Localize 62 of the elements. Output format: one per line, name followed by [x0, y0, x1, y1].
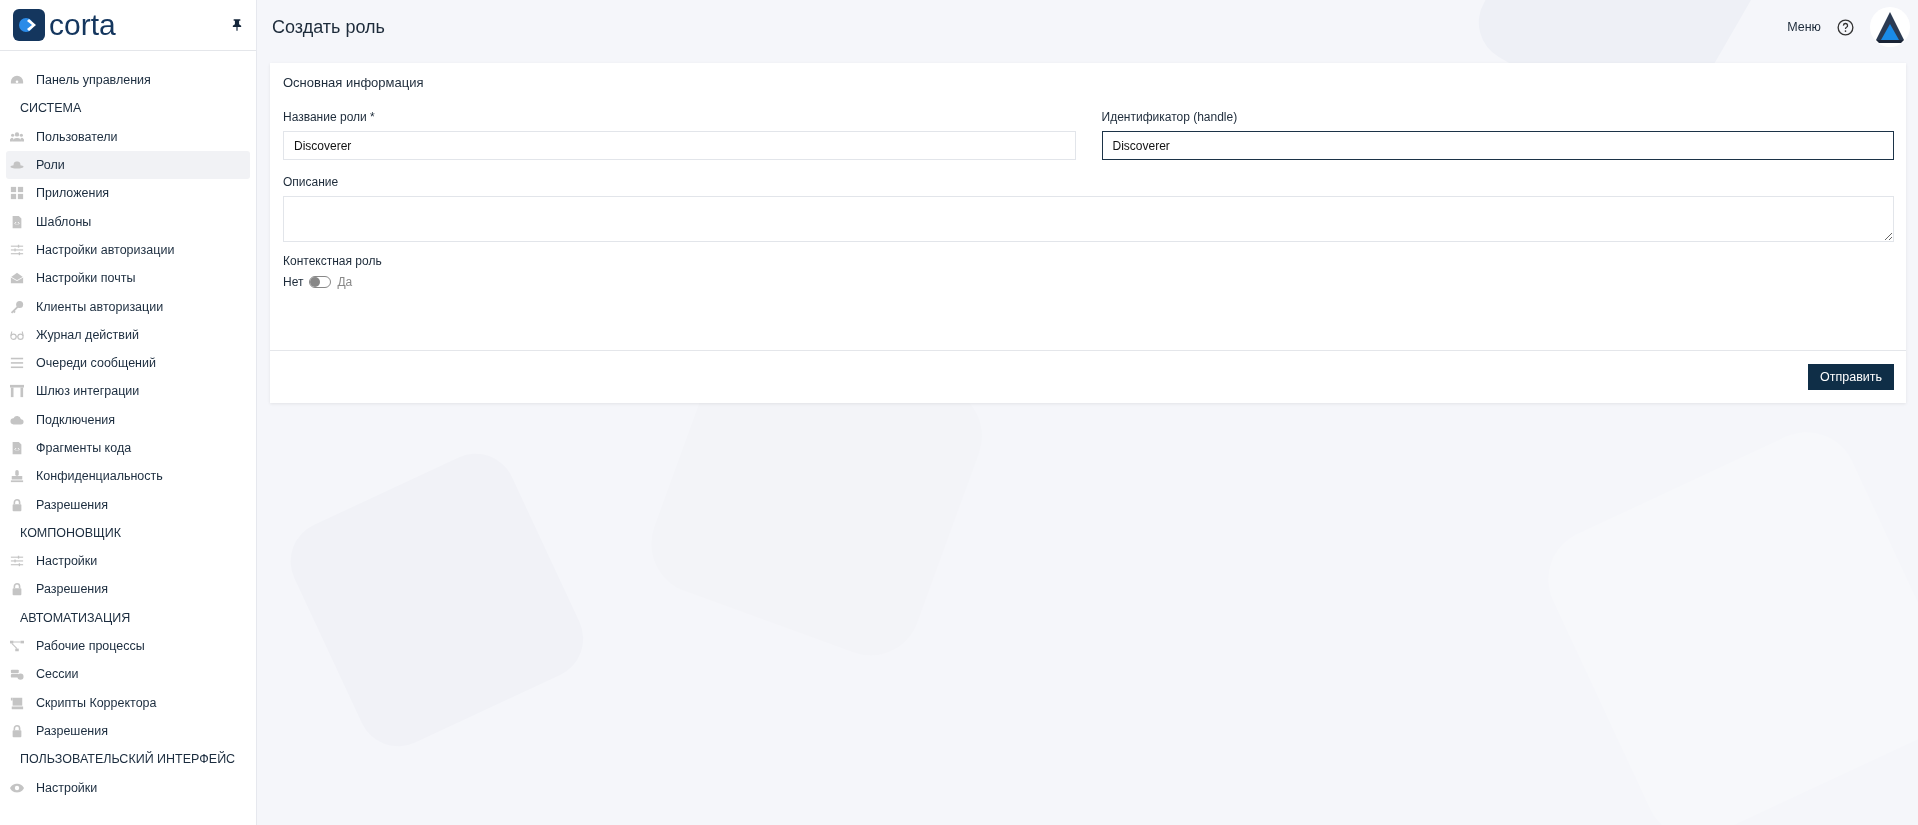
nav-item[interactable]: Подключения	[6, 405, 250, 434]
section-title: Основная информация	[283, 75, 425, 90]
nav-item[interactable]: Фрагменты кода	[6, 433, 250, 463]
file-icon	[10, 214, 24, 229]
nav-item[interactable]: Настройки почты	[6, 264, 250, 293]
toggle-switch[interactable]	[309, 276, 332, 288]
nav-item[interactable]: Настройки	[6, 773, 250, 802]
scroll-icon	[10, 695, 24, 710]
lock-icon	[10, 582, 24, 597]
nav-item[interactable]: Журнал действий	[6, 320, 250, 349]
grid-icon	[10, 186, 24, 201]
nav-item[interactable]: Клиенты авторизации	[6, 292, 250, 321]
nav-item[interactable]: Панель управления	[6, 66, 250, 95]
nav-item[interactable]: Сессии	[6, 660, 250, 689]
nav-item[interactable]: Конфиденциальность	[6, 462, 250, 491]
toggle-label: Нет	[283, 275, 304, 289]
submit-button[interactable]: Отправить	[1808, 364, 1894, 390]
sessions-icon	[10, 667, 24, 682]
lock-icon	[10, 497, 24, 512]
workflow-icon	[10, 639, 24, 654]
nav-item[interactable]: Разрешения	[6, 490, 250, 519]
logo-text: corta	[49, 9, 116, 41]
nav-item[interactable]: Шлюз интеграции	[6, 377, 250, 406]
gate-icon	[10, 384, 24, 399]
nav-item[interactable]: Настройки	[6, 547, 250, 576]
menu-link[interactable]: Меню	[1787, 20, 1821, 34]
help-icon[interactable]	[1837, 18, 1854, 36]
field-label: Название роли *	[283, 110, 376, 124]
nav-item[interactable]: Рабочие процессы	[6, 631, 250, 661]
nav-item[interactable]: Роли	[6, 150, 250, 180]
nav-item[interactable]: Скрипты Корректора	[6, 688, 250, 717]
sliders-icon	[10, 554, 24, 569]
nav-item[interactable]: Очереди сообщений	[6, 348, 250, 378]
role-name-field[interactable]: Discoverer	[283, 131, 1076, 160]
logo-icon	[13, 9, 45, 41]
list-icon	[10, 356, 24, 371]
nav-item[interactable]: Пользователи	[6, 122, 250, 151]
field-label: Описание	[283, 175, 340, 189]
nav-item[interactable]: Шаблоны	[6, 207, 250, 236]
description-field[interactable]	[283, 196, 1894, 242]
nav-item[interactable]: Настройки авторизации	[6, 235, 250, 265]
sliders-icon	[10, 242, 24, 257]
avatar-icon[interactable]	[1870, 7, 1910, 47]
envelope-icon	[10, 271, 24, 286]
key-icon	[10, 299, 24, 314]
toggle-label: Да	[337, 275, 353, 289]
handle-field[interactable]: Discoverer	[1101, 131, 1894, 160]
section-heading: СИСТЕМА	[19, 100, 83, 118]
pin-icon[interactable]	[232, 19, 242, 31]
nav-item[interactable]: Разрешения	[6, 716, 250, 746]
nav-item[interactable]: Приложения	[6, 179, 250, 208]
field-label: Контекстная роль	[283, 254, 383, 268]
page-title: Создать роль	[272, 16, 385, 38]
lock-icon	[10, 723, 24, 738]
section-heading: АВТОМАТИЗАЦИЯ	[19, 609, 132, 627]
section-heading: КОМПОНОВЩИК	[19, 524, 123, 542]
nav-item[interactable]: Разрешения	[6, 575, 250, 604]
stamp-icon	[10, 469, 24, 484]
field-label: Идентификатор (handle)	[1101, 110, 1239, 124]
section-heading: ПОЛЬЗОВАТЕЛЬСКИЙ ИНТЕРФЕЙС	[19, 750, 237, 769]
users-icon	[10, 129, 24, 144]
file-icon	[10, 441, 24, 455]
